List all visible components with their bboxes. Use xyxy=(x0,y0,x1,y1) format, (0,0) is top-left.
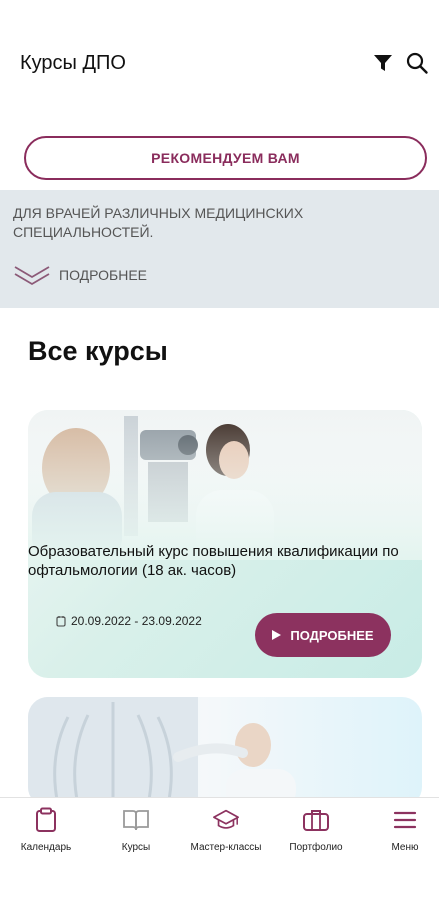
nav-label-portfolio: Портфолио xyxy=(289,842,343,853)
course-more-button[interactable]: ПОДРОБНЕЕ xyxy=(255,613,391,657)
book-icon xyxy=(122,806,150,834)
chevron-down-icon xyxy=(14,266,50,286)
course-dates-text: 20.09.2022 - 23.09.2022 xyxy=(71,614,202,628)
nav-item-calendar[interactable]: Календарь xyxy=(14,798,78,878)
info-text: ДЛЯ ВРАЧЕЙ РАЗЛИЧНЫХ МЕДИЦИНСКИХ СПЕЦИАЛ… xyxy=(13,205,304,240)
expand-more-link[interactable]: ПОДРОБНЕЕ xyxy=(13,262,147,288)
nav-label-courses: Курсы xyxy=(121,842,151,853)
briefcase-icon xyxy=(302,806,330,834)
filter-icon[interactable] xyxy=(370,50,396,76)
calendar-icon xyxy=(32,806,60,834)
app-header: Курсы ДПО xyxy=(0,0,439,120)
course-card[interactable] xyxy=(28,697,422,807)
section-title: Все курсы xyxy=(28,336,168,366)
expand-more-label: ПОДРОБНЕЕ xyxy=(59,267,148,283)
calendar-small-icon xyxy=(56,616,66,627)
nav-label-masterclasses: Мастер-классы xyxy=(190,842,262,853)
nav-item-portfolio[interactable]: Портфолио xyxy=(282,798,350,878)
graduation-cap-icon xyxy=(212,806,240,834)
nav-label-calendar: Календарь xyxy=(20,842,72,853)
course-dates: 20.09.2022 - 23.09.2022 xyxy=(56,614,202,628)
course-title: Образовательный курс повышения квалифика… xyxy=(28,543,399,579)
recommend-button-label: РЕКОМЕНДУЕМ ВАМ xyxy=(151,150,300,166)
info-panel: ДЛЯ ВРАЧЕЙ РАЗЛИЧНЫХ МЕДИЦИНСКИХ СПЕЦИАЛ… xyxy=(0,190,439,308)
recommend-button[interactable]: РЕКОМЕНДУЕМ ВАМ xyxy=(24,136,427,180)
nav-item-menu[interactable]: Меню xyxy=(378,798,432,878)
play-icon xyxy=(272,630,282,640)
course-image xyxy=(28,697,296,807)
bottom-navigation: Календарь Курсы Мастер-классы Портфолио … xyxy=(0,797,439,900)
page-title: Курсы ДПО xyxy=(20,52,126,74)
course-more-label: ПОДРОБНЕЕ xyxy=(290,627,374,643)
search-icon[interactable] xyxy=(404,50,430,76)
course-image xyxy=(28,410,422,560)
menu-icon xyxy=(391,806,419,834)
nav-label-menu: Меню xyxy=(391,842,419,853)
nav-item-masterclasses[interactable]: Мастер-классы xyxy=(180,798,272,878)
nav-item-courses[interactable]: Курсы xyxy=(104,798,168,878)
